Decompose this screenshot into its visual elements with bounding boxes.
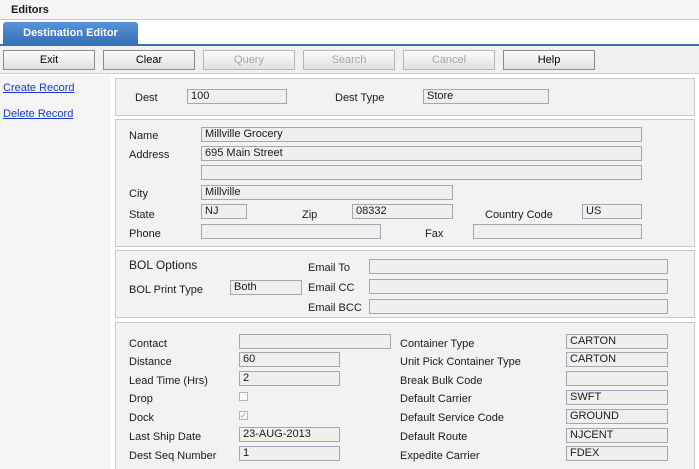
dock-checkbox[interactable]: ✓	[239, 411, 248, 420]
break-bulk-code-label: Break Bulk Code	[400, 375, 483, 387]
search-button[interactable]: Search	[303, 50, 395, 70]
contact-field[interactable]	[239, 334, 391, 349]
city-label: City	[129, 188, 148, 200]
clear-button[interactable]: Clear	[103, 50, 195, 70]
drop-label: Drop	[129, 393, 153, 405]
default-carrier-label: Default Carrier	[400, 393, 472, 405]
bol-options-title: BOL Options	[129, 258, 198, 272]
default-route-field[interactable]: NJCENT	[566, 428, 668, 443]
name-label: Name	[129, 130, 159, 142]
address-label: Address	[129, 149, 170, 161]
break-bulk-code-field[interactable]	[566, 371, 668, 386]
default-carrier-field[interactable]: SWFT	[566, 390, 668, 405]
bol-print-type-label: BOL Print Type	[129, 284, 203, 296]
email-cc-field[interactable]	[369, 279, 668, 294]
tab-destination-editor[interactable]: Destination Editor	[3, 22, 138, 44]
default-service-code-field[interactable]: GROUND	[566, 409, 668, 424]
state-field[interactable]: NJ	[201, 204, 247, 219]
help-button[interactable]: Help	[503, 50, 595, 70]
address-line1-field[interactable]: 695 Main Street	[201, 146, 642, 161]
query-button[interactable]: Query	[203, 50, 295, 70]
dest-panel: Dest 100 Dest Type Store	[115, 78, 695, 116]
bol-options-panel: BOL Options BOL Print Type Both Email To…	[115, 250, 695, 318]
dest-type-label: Dest Type	[335, 92, 385, 104]
contact-label: Contact	[129, 338, 167, 350]
dest-type-field[interactable]: Store	[423, 89, 549, 104]
distance-label: Distance	[129, 356, 172, 368]
unit-pick-container-type-label: Unit Pick Container Type	[400, 356, 521, 368]
toolbar: Exit Clear Query Search Cancel Help	[0, 46, 699, 74]
container-type-field[interactable]: CARTON	[566, 334, 668, 349]
default-service-code-label: Default Service Code	[400, 412, 504, 424]
state-label: State	[129, 209, 155, 221]
email-to-label: Email To	[308, 262, 350, 274]
dest-seq-number-field[interactable]: 1	[239, 446, 340, 461]
expedite-carrier-label: Expedite Carrier	[400, 450, 480, 462]
email-cc-label: Email CC	[308, 282, 355, 294]
email-bcc-field[interactable]	[369, 299, 668, 314]
details-panel: Contact Distance 60 Lead Time (Hrs) 2 Dr…	[115, 322, 695, 469]
lead-time-field[interactable]: 2	[239, 371, 340, 386]
lead-time-label: Lead Time (Hrs)	[129, 375, 208, 387]
dock-label: Dock	[129, 412, 155, 424]
fax-field[interactable]	[473, 224, 642, 239]
exit-button[interactable]: Exit	[3, 50, 95, 70]
container-type-label: Container Type	[400, 338, 475, 350]
city-field[interactable]: Millville	[201, 185, 453, 200]
address-line2-field[interactable]	[201, 165, 642, 180]
country-code-label: Country Code	[485, 209, 553, 221]
dest-label: Dest	[135, 92, 158, 104]
checkmark-icon: ✓	[240, 411, 247, 420]
drop-checkbox[interactable]	[239, 392, 248, 401]
address-panel: Name Millville Grocery Address 695 Main …	[115, 119, 695, 247]
dest-seq-number-label: Dest Seq Number	[129, 450, 217, 462]
name-field[interactable]: Millville Grocery	[201, 127, 642, 142]
unit-pick-container-type-field[interactable]: CARTON	[566, 352, 668, 367]
delete-record-link[interactable]: Delete Record	[3, 108, 73, 120]
last-ship-date-label: Last Ship Date	[129, 431, 202, 443]
fax-label: Fax	[425, 228, 444, 240]
bol-print-type-field[interactable]: Both	[230, 280, 302, 295]
email-bcc-label: Email BCC	[308, 302, 362, 314]
zip-field[interactable]: 08332	[352, 204, 453, 219]
app-title-bar: Editors	[0, 0, 699, 20]
zip-label: Zip	[302, 209, 318, 221]
create-record-link[interactable]: Create Record	[3, 82, 75, 94]
last-ship-date-field[interactable]: 23-AUG-2013	[239, 427, 340, 442]
cancel-button[interactable]: Cancel	[403, 50, 495, 70]
dest-field[interactable]: 100	[187, 89, 287, 104]
phone-field[interactable]	[201, 224, 381, 239]
left-nav: Create Record Delete Record	[0, 75, 110, 469]
distance-field[interactable]: 60	[239, 352, 340, 367]
phone-label: Phone	[129, 228, 161, 240]
app-title: Editors	[11, 4, 49, 16]
default-route-label: Default Route	[400, 431, 468, 443]
country-code-field[interactable]: US	[582, 204, 642, 219]
email-to-field[interactable]	[369, 259, 668, 274]
expedite-carrier-field[interactable]: FDEX	[566, 446, 668, 461]
